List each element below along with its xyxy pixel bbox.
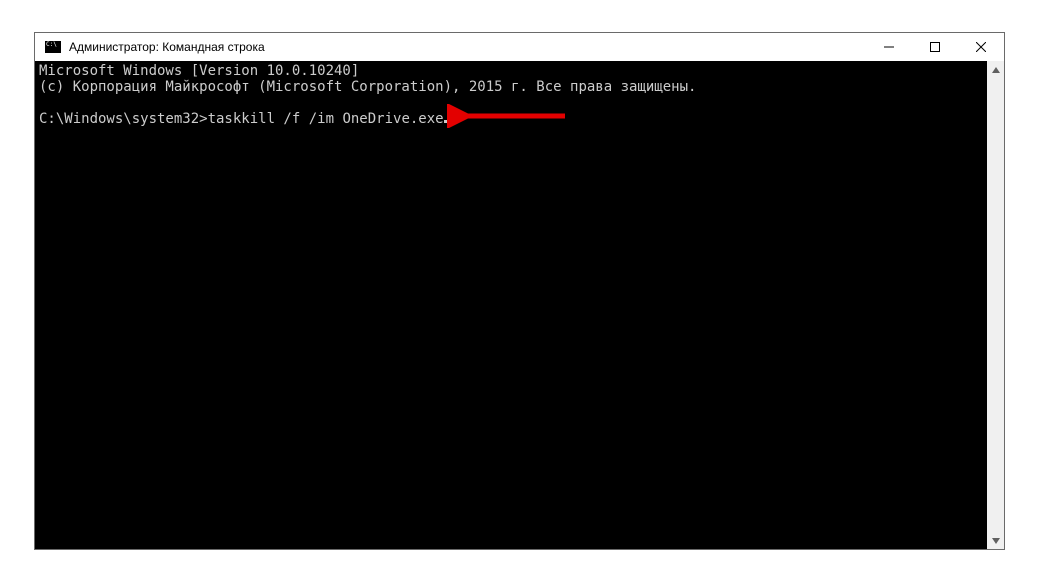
terminal-output[interactable]: Microsoft Windows [Version 10.0.10240] (… xyxy=(35,61,987,549)
close-icon xyxy=(976,42,986,52)
minimize-icon xyxy=(884,42,894,52)
text-cursor xyxy=(444,120,452,123)
scroll-down-button[interactable] xyxy=(987,532,1004,549)
terminal-prompt: C:\Windows\system32> xyxy=(39,111,208,127)
scrollbar-track[interactable] xyxy=(987,78,1004,532)
vertical-scrollbar[interactable] xyxy=(987,61,1004,549)
cmd-icon xyxy=(43,40,63,54)
window-controls xyxy=(866,33,1004,61)
scroll-down-icon xyxy=(992,538,1000,544)
minimize-button[interactable] xyxy=(866,33,912,61)
scroll-up-icon xyxy=(992,67,1000,73)
titlebar[interactable]: Администратор: Командная строка xyxy=(35,33,1004,61)
command-prompt-window: Администратор: Командная строка Microsof… xyxy=(34,32,1005,550)
terminal-command: taskkill /f /im OneDrive.exe xyxy=(208,111,444,127)
window-title: Администратор: Командная строка xyxy=(69,40,265,54)
maximize-button[interactable] xyxy=(912,33,958,61)
close-button[interactable] xyxy=(958,33,1004,61)
maximize-icon xyxy=(930,42,940,52)
annotation-arrow-icon xyxy=(447,104,567,128)
scroll-up-button[interactable] xyxy=(987,61,1004,78)
terminal-line: Microsoft Windows [Version 10.0.10240] xyxy=(39,63,359,79)
client-area: Microsoft Windows [Version 10.0.10240] (… xyxy=(35,61,1004,549)
terminal-line: (c) Корпорация Майкрософт (Microsoft Cor… xyxy=(39,79,696,95)
